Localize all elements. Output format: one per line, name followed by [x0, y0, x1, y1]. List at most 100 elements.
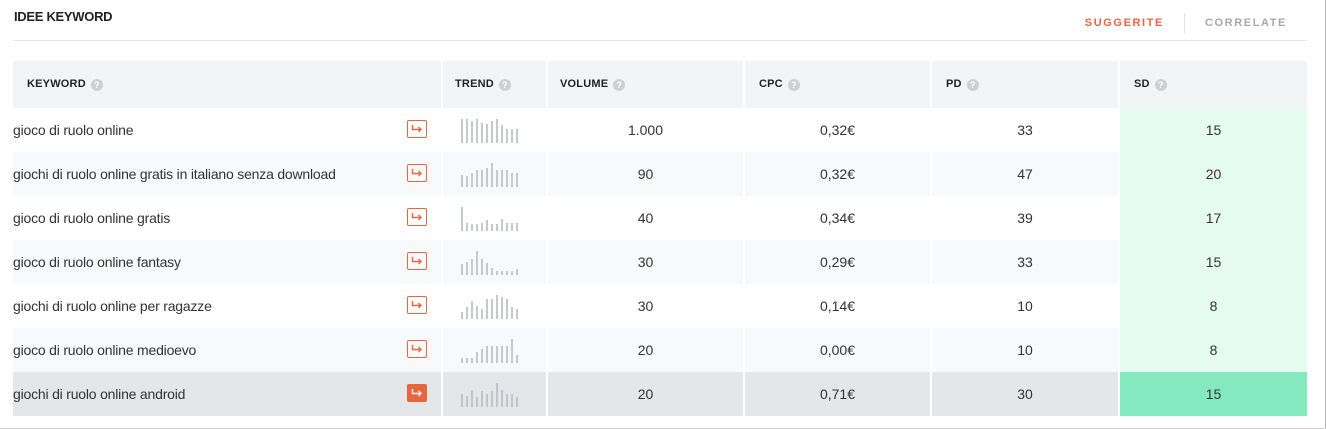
trend-bar: [511, 173, 513, 187]
table-row[interactable]: gioco di ruolo online medioevo 20 0,00€ 10 8: [13, 328, 1307, 372]
trend-cell: [442, 372, 548, 416]
trend-bar: [461, 358, 463, 363]
column-header-volume[interactable]: VOLUME?: [547, 61, 745, 108]
volume-cell: 20: [547, 328, 745, 372]
trend-bar: [471, 259, 473, 275]
column-header-label: VOLUME: [560, 78, 609, 90]
column-header-sd[interactable]: SD?: [1119, 61, 1307, 108]
keyword-action-button[interactable]: [407, 384, 427, 402]
arrow-turn-right-icon: [411, 257, 422, 265]
trend-sparkline: [443, 337, 546, 363]
keyword-action-button[interactable]: [407, 296, 427, 314]
question-circle-icon[interactable]: ?: [966, 79, 979, 91]
keyword-cell[interactable]: gioco di ruolo online medioevo: [13, 328, 443, 372]
question-circle-icon[interactable]: ?: [1154, 79, 1167, 91]
question-circle-icon[interactable]: ?: [498, 79, 511, 91]
trend-bar: [486, 394, 488, 407]
trend-bar: [491, 224, 493, 231]
trend-bar: [516, 309, 518, 319]
arrow-turn-right-icon: [411, 213, 422, 221]
trend-bar: [481, 170, 483, 187]
panel-title: IDEE KEYWORD: [14, 9, 113, 24]
cpc-cell: 0,32€: [744, 108, 932, 152]
trend-bar: [461, 394, 463, 407]
table-header-row: KEYWORD? TREND? VOLUME? CPC? PD? SD?: [13, 61, 1307, 108]
table-row[interactable]: giochi di ruolo online android 20 0,71€ 30 1…: [13, 372, 1307, 416]
keyword-cell[interactable]: gioco di ruolo online gratis: [13, 196, 443, 240]
question-circle-icon[interactable]: ?: [613, 79, 626, 91]
keyword-action-button[interactable]: [407, 208, 427, 226]
trend-bar: [471, 224, 473, 231]
trend-bar: [516, 397, 518, 407]
tab-correlate[interactable]: CORRELATE: [1205, 17, 1287, 29]
volume-cell: 40: [547, 196, 745, 240]
trend-bar: [501, 346, 503, 363]
trend-bar: [476, 306, 478, 319]
trend-bar: [511, 394, 513, 407]
keyword-cell[interactable]: giochi di ruolo online per ragazze: [13, 284, 443, 328]
trend-bar: [471, 121, 473, 143]
keyword-text[interactable]: giochi di ruolo online gratis in italian…: [13, 166, 336, 182]
trend-bar: [501, 219, 503, 231]
trend-bar: [481, 223, 483, 231]
trend-bar: [476, 352, 478, 363]
trend-bar: [486, 220, 488, 231]
trend-bar: [461, 119, 463, 143]
column-header-keyword[interactable]: KEYWORD?: [13, 61, 443, 108]
trend-bar: [496, 224, 498, 231]
table-row[interactable]: gioco di ruolo online gratis 40 0,34€ 39 17: [13, 196, 1307, 240]
trend-bar: [491, 391, 493, 407]
trend-bar: [476, 397, 478, 407]
keyword-cell[interactable]: giochi di ruolo online gratis in italian…: [13, 152, 443, 196]
keyword-text[interactable]: gioco di ruolo online gratis: [13, 210, 170, 226]
column-header-cpc[interactable]: CPC?: [744, 61, 932, 108]
column-header-pd[interactable]: PD?: [931, 61, 1120, 108]
trend-sparkline: [443, 249, 546, 275]
trend-bar: [496, 119, 498, 143]
keyword-cell[interactable]: giochi di ruolo online android: [13, 372, 443, 416]
keyword-action-button[interactable]: [407, 252, 427, 270]
question-circle-icon[interactable]: ?: [90, 79, 103, 91]
table-row[interactable]: giochi di ruolo online gratis in italian…: [13, 152, 1307, 196]
trend-bar: [491, 299, 493, 319]
trend-cell: [442, 284, 548, 328]
keyword-text[interactable]: giochi di ruolo online android: [13, 386, 185, 402]
trend-bar: [506, 346, 508, 363]
trend-bar: [466, 396, 468, 407]
trend-bar: [511, 129, 513, 143]
trend-bar: [516, 173, 518, 187]
trend-bar: [471, 173, 473, 187]
trend-bar: [486, 299, 488, 319]
column-header-trend[interactable]: TREND?: [442, 61, 548, 108]
trend-bar: [501, 271, 503, 275]
keyword-text[interactable]: gioco di ruolo online medioevo: [13, 342, 196, 358]
trend-cell: [442, 328, 548, 372]
keyword-cell[interactable]: gioco di ruolo online fantasy: [13, 240, 443, 284]
trend-cell: [442, 196, 548, 240]
keyword-text[interactable]: gioco di ruolo online fantasy: [13, 254, 181, 270]
trend-bar: [506, 170, 508, 187]
keyword-ideas-table: KEYWORD? TREND? VOLUME? CPC? PD? SD? gio…: [13, 61, 1307, 416]
pd-cell: 33: [931, 108, 1120, 152]
trend-bar: [516, 269, 518, 275]
trend-bar: [496, 346, 498, 363]
keyword-cell[interactable]: gioco di ruolo online: [13, 108, 443, 152]
table-row[interactable]: gioco di ruolo online 1.000 0,32€ 33 15: [13, 108, 1307, 152]
trend-cell: [442, 240, 548, 284]
question-circle-icon[interactable]: ?: [787, 79, 800, 91]
trend-bar: [471, 390, 473, 407]
trend-bar: [501, 170, 503, 187]
keyword-text[interactable]: gioco di ruolo online: [13, 122, 134, 138]
keyword-text[interactable]: giochi di ruolo online per ragazze: [13, 298, 212, 314]
sd-cell: 15: [1119, 240, 1307, 284]
trend-bar: [481, 259, 483, 275]
table-row[interactable]: giochi di ruolo online per ragazze 30 0,14…: [13, 284, 1307, 328]
keyword-action-button[interactable]: [407, 164, 427, 182]
keyword-action-button[interactable]: [407, 120, 427, 138]
trend-bar: [486, 168, 488, 187]
table-row[interactable]: gioco di ruolo online fantasy 30 0,29€ 33 15: [13, 240, 1307, 284]
arrow-turn-right-icon: [411, 345, 422, 353]
keyword-action-button[interactable]: [407, 340, 427, 358]
trend-bar: [516, 355, 518, 363]
tab-suggerite[interactable]: SUGGERITE: [1085, 17, 1164, 29]
